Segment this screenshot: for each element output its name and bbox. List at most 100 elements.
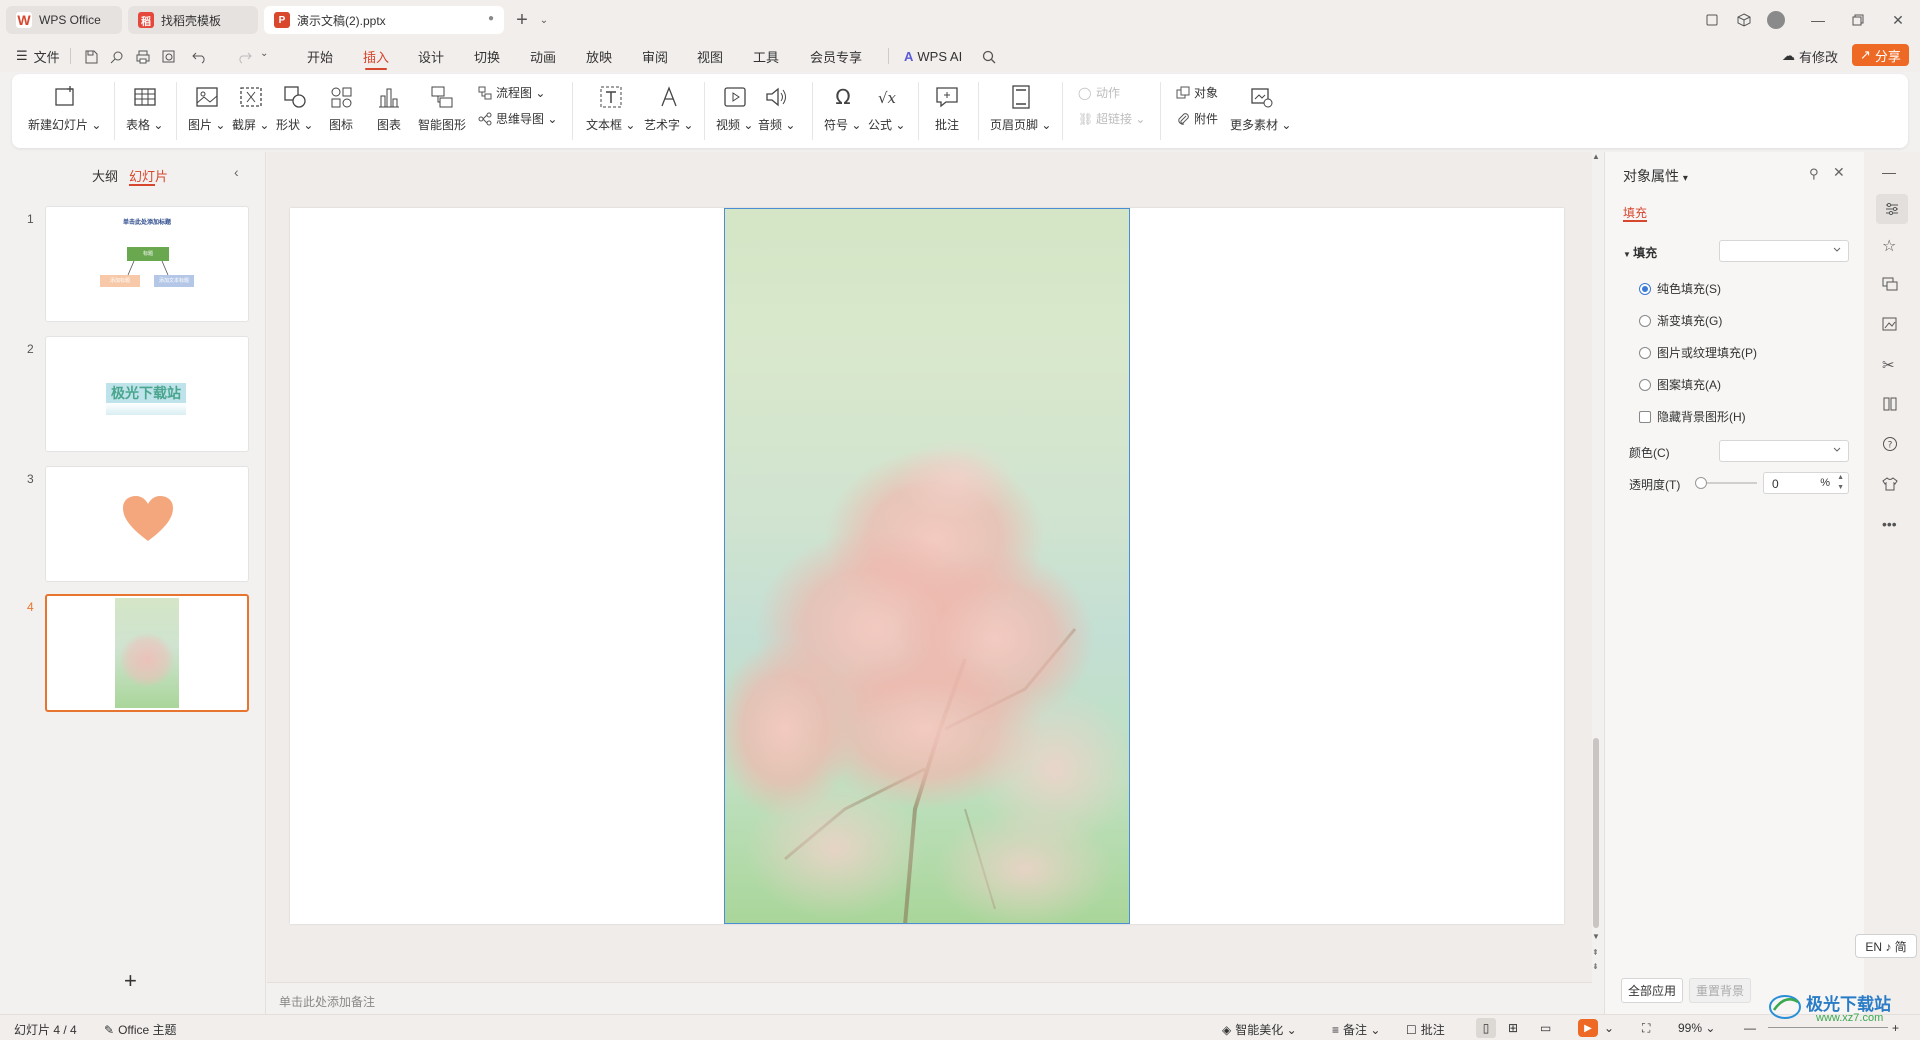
normal-view-icon[interactable]: ▯ [1476, 1018, 1496, 1038]
header-footer-button[interactable]: 页眉页脚 ⌄ [990, 84, 1051, 133]
tab-wps-office[interactable]: W WPS Office [6, 6, 122, 34]
changes-button[interactable]: ☁ 有修改 [1782, 46, 1838, 66]
notes-toggle-button[interactable]: ≡ 备注 ⌄ [1332, 1021, 1380, 1038]
more-materials-button[interactable]: 更多素材 ⌄ [1230, 84, 1291, 133]
close-panel-icon[interactable]: ✕ [1833, 164, 1845, 181]
reset-background-button[interactable]: 重置背景 [1689, 978, 1752, 1003]
save-icon[interactable] [84, 50, 100, 66]
spinner-up-icon[interactable]: ▲ [1837, 474, 1844, 481]
tools-icon[interactable]: ✂ [1882, 356, 1902, 376]
menu-insert[interactable]: 插入 [363, 46, 389, 70]
print-icon[interactable] [136, 50, 152, 66]
shirt-icon[interactable] [1882, 476, 1902, 496]
scroll-up-icon[interactable]: ▲ [1592, 152, 1600, 161]
icon-button[interactable]: 图标 [328, 84, 354, 133]
tab-slides[interactable]: 幻灯片 [129, 166, 168, 185]
smart-beautify-button[interactable]: ◈ 智能美化 ⌄ [1222, 1021, 1297, 1038]
tab-outline[interactable]: 大纲 [92, 166, 118, 185]
textbox-button[interactable]: 文本框 ⌄ [586, 84, 635, 133]
tab-list-chevron-icon[interactable]: ⌄ [532, 8, 556, 32]
chart-button[interactable]: 图表 [376, 84, 402, 133]
new-slide-button[interactable]: 新建幻灯片 ⌄ [28, 84, 101, 133]
flowchart-button[interactable]: 流程图 ⌄ [478, 84, 545, 101]
slide-sorter-icon[interactable]: ⊞ [1508, 1021, 1518, 1035]
tab-template[interactable]: 稻 找稻壳模板 [128, 6, 258, 34]
screenshot-button[interactable]: 截屏 ⌄ [232, 84, 269, 133]
mindmap-button[interactable]: 思维导图 ⌄ [478, 110, 557, 127]
video-button[interactable]: 视频 ⌄ [716, 84, 753, 133]
slide-thumbnail-4[interactable] [45, 594, 249, 712]
option-pattern-fill[interactable]: 图案填充(A) [1639, 376, 1721, 393]
option-gradient-fill[interactable]: 渐变填充(G) [1639, 312, 1722, 329]
comments-toggle-button[interactable]: ☐ 批注 [1406, 1021, 1445, 1038]
menu-animation[interactable]: 动画 [530, 46, 556, 66]
menu-start[interactable]: 开始 [307, 46, 333, 66]
action-button[interactable]: ◯ 动作 [1078, 84, 1120, 101]
notes-area[interactable]: 单击此处添加备注 [267, 982, 1592, 1014]
vertical-scrollbar[interactable]: ▲ ▼ ⇞ ⇟ [1590, 152, 1602, 982]
fit-window-icon[interactable]: ⛶ [1642, 1021, 1650, 1036]
comment-panel-icon[interactable] [1882, 276, 1902, 296]
prev-slide-icon[interactable]: ⇞ [1592, 948, 1599, 957]
scrollbar-thumb[interactable] [1593, 738, 1599, 928]
option-solid-fill[interactable]: 纯色填充(S) [1639, 280, 1721, 297]
panel-title[interactable]: 对象属性 ▾ [1623, 166, 1688, 186]
star-icon[interactable]: ☆ [1882, 236, 1902, 256]
scroll-down-icon[interactable]: ▼ [1592, 932, 1600, 941]
more-icon[interactable]: ••• [1882, 516, 1902, 536]
color-dropdown[interactable] [1719, 440, 1849, 462]
undo-icon[interactable] [192, 50, 208, 66]
help-icon[interactable]: ? [1882, 436, 1902, 456]
window-layout-icon[interactable] [1700, 8, 1724, 32]
cherry-blossom-picture[interactable] [724, 208, 1130, 924]
fill-type-dropdown[interactable] [1719, 240, 1849, 262]
formula-button[interactable]: √x 公式 ⌄ [868, 84, 905, 133]
attachment-button[interactable]: 附件 [1176, 110, 1218, 127]
theme-button[interactable]: ✎ Office 主题 [104, 1021, 177, 1038]
menu-view[interactable]: 视图 [697, 46, 723, 66]
user-avatar[interactable] [1764, 8, 1788, 32]
smartart-button[interactable]: 智能图形 [418, 84, 466, 133]
hyperlink-button[interactable]: ⛓ 超链接 ⌄ [1078, 110, 1145, 127]
pin-icon[interactable]: ⚲ [1809, 166, 1819, 182]
share-button[interactable]: ↗ 分享 [1852, 44, 1909, 66]
play-slideshow-button[interactable]: ▶ [1578, 1019, 1598, 1037]
tab-fill[interactable]: 填充 [1623, 204, 1647, 221]
menu-review[interactable]: 审阅 [642, 46, 668, 66]
next-slide-icon[interactable]: ⇟ [1592, 962, 1599, 971]
shape-button[interactable]: 形状 ⌄ [276, 84, 313, 133]
customize-chevron-icon[interactable]: ⌄ [260, 48, 276, 64]
slider-handle[interactable] [1695, 477, 1707, 489]
object-button[interactable]: 对象 [1176, 84, 1218, 101]
file-menu[interactable]: ☰ 文件 [16, 46, 60, 66]
table-button[interactable]: 表格 ⌄ [126, 84, 163, 133]
audio-button[interactable]: 音频 ⌄ [758, 84, 795, 133]
export-icon[interactable] [110, 50, 126, 66]
transparency-input[interactable]: 0 % ▲ ▼ [1763, 472, 1849, 494]
wps-ai-button[interactable]: A WPS AI [904, 46, 962, 66]
zoom-out-icon[interactable]: — [1744, 1021, 1756, 1035]
menu-slideshow[interactable]: 放映 [586, 46, 612, 66]
redo-icon[interactable] [236, 50, 252, 66]
apply-all-button[interactable]: 全部应用 [1621, 978, 1684, 1003]
image-edit-icon[interactable] [1882, 316, 1902, 336]
properties-icon[interactable] [1876, 194, 1908, 224]
collapse-sidebar-icon[interactable]: — [1882, 164, 1902, 184]
close-window-icon[interactable]: ✕ [1886, 8, 1910, 32]
slide-thumbnail-1[interactable]: 单击此处添加标题 标题 添加标题 添加文本标题 [45, 206, 249, 322]
book-icon[interactable] [1882, 396, 1902, 416]
search-icon[interactable] [982, 50, 998, 66]
spinner-down-icon[interactable]: ▼ [1837, 484, 1844, 491]
collapse-panel-icon[interactable]: ‹ [234, 164, 239, 180]
option-picture-fill[interactable]: 图片或纹理填充(P) [1639, 344, 1757, 361]
new-tab-button[interactable]: + [510, 8, 534, 32]
menu-membership[interactable]: 会员专享 [810, 46, 862, 66]
comment-button[interactable]: 批注 [934, 84, 960, 133]
menu-transition[interactable]: 切换 [474, 46, 500, 66]
minimize-icon[interactable]: — [1806, 8, 1830, 32]
add-slide-button[interactable]: + [124, 968, 137, 994]
slideshow-options-chevron-icon[interactable]: ⌄ [1604, 1021, 1614, 1035]
ime-indicator[interactable]: EN ♪ 简 [1855, 934, 1917, 958]
symbol-button[interactable]: Ω 符号 ⌄ [824, 84, 861, 133]
fill-section-header[interactable]: ▼ 填充 [1623, 244, 1657, 261]
